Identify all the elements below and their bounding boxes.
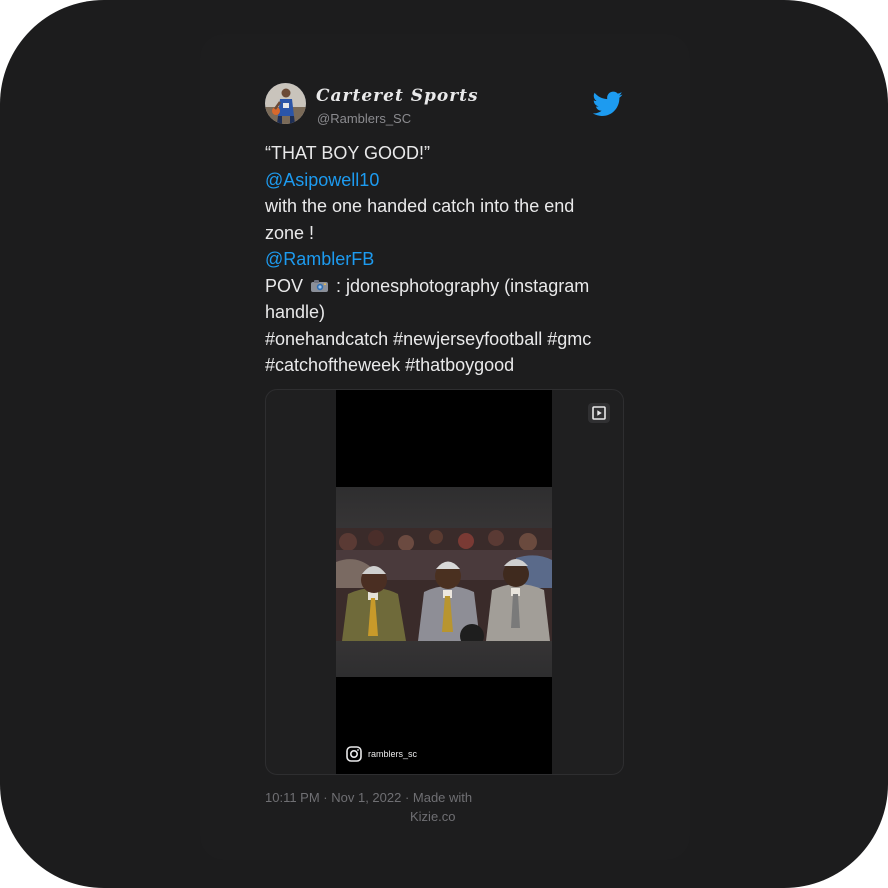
watermark: ramblers_sc [346,746,417,762]
tweet-text: “THAT BOY GOOD!” @Asipowell10 with the o… [265,140,625,379]
hashtags-line[interactable]: #catchoftheweek #thatboygood [265,352,625,379]
video-frame-image [336,528,552,641]
camera-icon [311,279,329,292]
tweet-frame: Carteret Sports @Ramblers_SC “THAT BOY G… [0,0,888,888]
twitter-bird-icon[interactable] [593,91,623,117]
play-icon[interactable] [588,403,610,423]
avatar[interactable] [265,83,306,124]
tweet-line: with the one handed catch into the end [265,196,575,216]
tweet-line: handle) [265,302,326,322]
mention-link-ramblerfb[interactable]: @RamblerFB [265,246,625,273]
timestamp[interactable]: 10:11 PM · Nov 1, 2022 · Made with [265,788,485,807]
account-handle[interactable]: @Ramblers_SC [317,111,411,126]
tweet-line: zone ! [265,222,315,243]
watermark-handle: ramblers_sc [368,749,418,759]
hashtags-line[interactable]: #onehandcatch #newjerseyfootball #gmc [265,326,625,353]
pov-text: : jdonesphotography (instagram [336,275,590,296]
basketball-player-avatar-icon [265,83,306,124]
media-container[interactable]: ramblers_sc [265,389,624,775]
video-player[interactable]: ramblers_sc [336,390,552,774]
instagram-icon [346,746,362,762]
tweet-footer: 10:11 PM · Nov 1, 2022 · Made with Kizie… [265,788,485,826]
made-with-credit[interactable]: Kizie.co [265,807,485,826]
pov-prefix: POV [265,275,304,296]
display-name[interactable]: Carteret Sports [316,86,479,106]
tweet-line: “THAT BOY GOOD!” [265,143,431,163]
tweet-line-pov: POV : jdonesphotography (instagram [265,273,625,300]
mention-link-asipowell10[interactable]: @Asipowell10 [265,167,625,194]
